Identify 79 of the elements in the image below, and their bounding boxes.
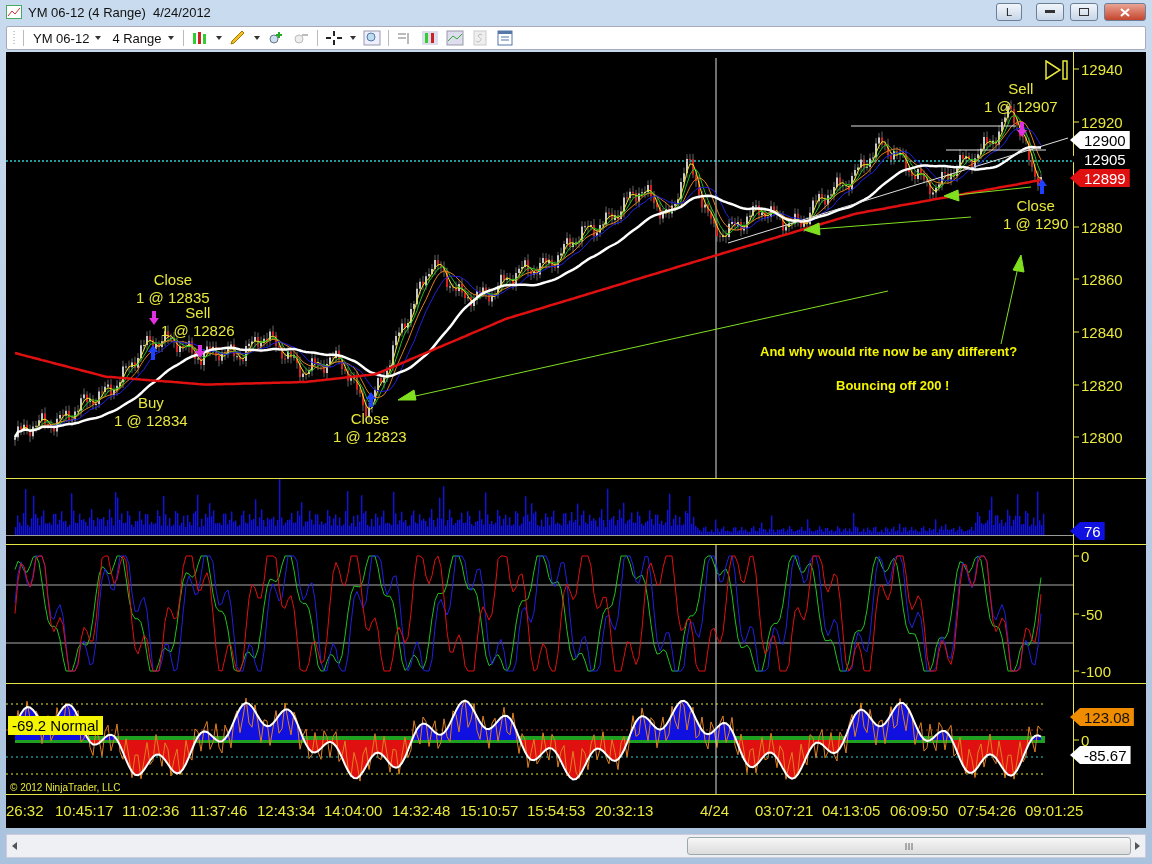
time-axis-label: 14:04:00 [324,802,383,819]
volume-marker: 76 [1070,522,1105,540]
grip-icon [904,842,914,850]
price-axis-label: 12840 [1073,323,1123,341]
time-axis-label: 04:13:05 [822,802,881,819]
time-axis-label: 26:32 [6,802,44,819]
trade-label: Close 1 @ 12835 [136,271,210,307]
time-axis-label: 15:10:57 [460,802,519,819]
chart-app-icon [6,5,22,19]
trade-label: Sell 1 @ 12907 [984,80,1058,116]
stochastic-axis-label: 0 [1073,547,1090,565]
time-axis-label: 20:32:13 [595,802,654,819]
cci-axis-label: 0 [1073,731,1090,749]
cci-marker: 123.08 [1070,708,1134,726]
close-icon [1120,7,1130,17]
time-axis-label: 07:54:26 [958,802,1017,819]
price-marker: 12900 [1070,131,1130,149]
zoom-in-icon[interactable] [266,30,285,46]
up-arrow-icon [366,392,376,407]
down-arrow-icon [149,311,159,325]
line-chart-icon[interactable] [445,30,464,46]
caret-icon [167,36,174,40]
maximize-icon [1079,8,1089,16]
grip-icon [13,30,16,46]
trade-label: Close 1 @ 1290 [1003,197,1069,233]
time-axis-label: 12:43:34 [257,802,316,819]
caret-icon [215,36,222,40]
minimize-icon [1045,10,1055,14]
window-title: YM 06-12 (4 Range) 4/24/2012 [28,4,211,20]
pencil-icon[interactable] [228,30,247,46]
trade-label: Close 1 @ 12823 [333,410,407,446]
time-axis-label: 14:32:48 [392,802,451,819]
caret-icon [349,36,356,40]
stochastic-axis-label: -50 [1073,605,1103,622]
close-button[interactable] [1104,3,1146,21]
time-axis-label: 09:01:25 [1025,802,1084,819]
scroll-right-icon[interactable] [1133,842,1141,850]
time-axis-label: 11:02:36 [122,802,180,819]
maximize-button[interactable] [1070,3,1098,21]
price-axis-label: 12940 [1073,60,1123,78]
instrument-dropdown[interactable]: YM 06-12 [31,30,104,46]
down-arrow-icon [1017,122,1027,137]
price-marker: 12899 [1070,169,1130,187]
trade-label: Buy 1 @ 12834 [114,394,188,430]
price-axis-label: 12880 [1073,218,1123,236]
minimize-button[interactable] [1036,3,1064,21]
time-axis-label: 15:54:53 [527,802,586,819]
time-axis-label: 11:37:46 [190,802,248,819]
price-axis-label: 12860 [1073,270,1123,288]
price-axis-label: 12800 [1073,428,1123,446]
time-axis-label: 10:45:17 [55,802,114,819]
price-axis-label: 12820 [1073,376,1123,394]
properties-icon[interactable] [495,30,514,46]
time-axis-label: 03:07:21 [755,802,814,819]
layout-button[interactable]: L [996,3,1022,21]
cci-marker: -85.67 [1070,746,1131,764]
up-arrow-icon [1037,179,1047,194]
stochastic-axis-label: -100 [1073,662,1112,680]
price-axis-label: 12920 [1073,113,1123,131]
scroll-left-icon[interactable] [11,842,19,850]
scrollbar-thumb[interactable] [687,837,1131,855]
time-axis-label: 06:09:50 [890,802,949,819]
trade-label: Sell 1 @ 12826 [161,304,235,340]
up-arrow-icon [148,345,158,360]
caret-icon [95,36,102,40]
chart-annotation: And why would rite now be any different? [760,344,1018,359]
horizontal-scrollbar[interactable] [6,834,1146,858]
down-arrow-icon [195,345,205,358]
status-badge: -69.2 Normal [8,716,103,735]
caret-icon [253,36,260,40]
candles-icon[interactable] [420,30,439,46]
candlestick-icon[interactable] [190,30,209,46]
copyright-text: © 2012 NinjaTrader, LLC [10,782,121,793]
interval-dropdown[interactable]: 4 Range [110,30,176,46]
play-end-icon[interactable] [1045,60,1069,80]
time-axis-label: 4/24 [700,802,730,819]
crosshair-icon[interactable] [324,30,343,46]
search-icon[interactable] [362,30,381,46]
chart-annotation: Bouncing off 200 ! [836,378,950,393]
